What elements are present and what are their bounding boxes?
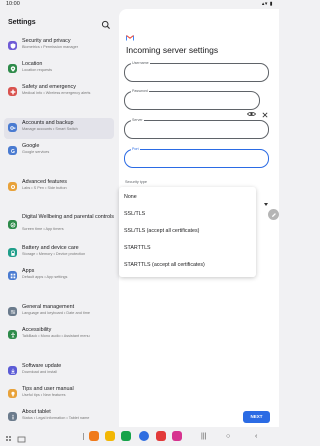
dropdown-option-none[interactable]: None bbox=[124, 194, 137, 200]
apps-grid-icon bbox=[8, 271, 17, 280]
sidebar-item-label: Battery and device care bbox=[22, 245, 79, 251]
username-field[interactable]: Username bbox=[124, 61, 269, 82]
multi-window-icon[interactable] bbox=[17, 431, 26, 443]
port-field-label: Port bbox=[131, 147, 140, 151]
location-pin-icon bbox=[8, 64, 17, 73]
gmail-icon bbox=[126, 28, 134, 41]
username-field-label: Username bbox=[131, 61, 150, 65]
home-button[interactable]: ○ bbox=[226, 432, 230, 441]
sidebar-item-subtitle: Storage • Memory • Device protection bbox=[22, 252, 86, 256]
sidebar-item-label: Location bbox=[22, 61, 43, 67]
dropdown-option-starttls-accept-all[interactable]: STARTTLS (accept all certificates) bbox=[124, 262, 205, 268]
sidebar-item-location[interactable]: Location Location requests bbox=[4, 59, 114, 80]
sidebar-item-apps[interactable]: Apps Default apps • App settings bbox=[4, 266, 114, 287]
sidebar-item-label: Safety and emergency bbox=[22, 84, 76, 90]
sidebar-item-advanced-features[interactable]: Advanced features Labs • S Pen • Side bu… bbox=[4, 177, 114, 198]
sidebar-item-subtitle: Location requests bbox=[22, 68, 52, 72]
next-button[interactable]: NEXT bbox=[243, 411, 270, 423]
settings-title: Settings bbox=[8, 19, 36, 26]
sidebar-item-general-management[interactable]: General management Language and keyboard… bbox=[4, 302, 114, 323]
sidebar-item-subtitle: Biometrics • Permission manager bbox=[22, 45, 78, 49]
star-gear-icon bbox=[8, 182, 17, 191]
sidebar-item-label: Apps bbox=[22, 268, 35, 274]
sidebar-item-battery-and-device-care[interactable]: Battery and device care Storage • Memory… bbox=[4, 243, 114, 264]
pink-app-icon[interactable] bbox=[172, 431, 182, 441]
sidebar-item-subtitle: Google services bbox=[22, 150, 50, 154]
incoming-server-panel: Incoming server settings Username Passwo… bbox=[119, 9, 279, 427]
emergency-icon bbox=[8, 87, 17, 96]
sidebar-item-subtitle: Language and keyboard • Date and time bbox=[22, 311, 91, 315]
page-title: Incoming server settings bbox=[126, 45, 219, 55]
yellow-app-icon[interactable] bbox=[105, 431, 115, 441]
password-field-label: Password bbox=[131, 89, 149, 93]
sidebar-item-label: Advanced features bbox=[22, 179, 67, 185]
sidebar-item-label: Software update bbox=[22, 363, 62, 369]
security-type-label: Security type bbox=[125, 180, 147, 184]
apps-drawer-icon[interactable] bbox=[5, 431, 14, 441]
status-bar: 10:00 ▴▾ ▮ bbox=[0, 0, 279, 8]
sidebar-item-subtitle: TalkBack • Mono audio • Assistant menu bbox=[22, 334, 90, 338]
sidebar-item-tips-and-user-manual[interactable]: Tips and user manual Useful tips • New f… bbox=[4, 384, 114, 405]
orange-app-icon[interactable] bbox=[89, 431, 99, 441]
green-app-icon[interactable] bbox=[121, 431, 131, 441]
sidebar-item-subtitle: Default apps • App settings bbox=[22, 275, 68, 279]
update-icon bbox=[8, 366, 17, 375]
accessibility-icon bbox=[8, 330, 17, 339]
taskbar-divider bbox=[83, 433, 84, 440]
sidebar-item-accessibility[interactable]: Accessibility TalkBack • Mono audio • As… bbox=[4, 325, 114, 346]
shield-icon bbox=[8, 41, 17, 50]
sidebar-item-digital-wellbeing[interactable]: Digital Wellbeing and parental controls … bbox=[4, 213, 114, 234]
sidebar-item-label: Security and privacy bbox=[22, 38, 71, 44]
sidebar-item-safety-and-emergency[interactable]: Safety and emergency Medical info • Wire… bbox=[4, 82, 114, 103]
lightbulb-icon bbox=[8, 389, 17, 398]
sidebar-item-subtitle: Useful tips • New features bbox=[22, 393, 66, 397]
sidebar-item-subtitle: Medical info • Wireless emergency alerts bbox=[22, 91, 91, 95]
password-field[interactable]: Password bbox=[124, 89, 260, 110]
dropdown-option-ssl-tls-accept-all[interactable]: SSL/TLS (accept all certificates) bbox=[124, 228, 199, 234]
sidebar-item-software-update[interactable]: Software update Download and install bbox=[4, 361, 114, 382]
system-status-icons: ▴▾ ▮ bbox=[261, 1, 273, 7]
sidebar-item-subtitle: Download and install bbox=[22, 370, 58, 374]
sidebar-item-subtitle: Labs • S Pen • Side button bbox=[22, 186, 67, 190]
sidebar-item-accounts-and-backup[interactable]: Accounts and backup Manage accounts • Sm… bbox=[4, 118, 114, 139]
sidebar-item-label: Accounts and backup bbox=[22, 120, 74, 126]
status-time: 10:00 bbox=[6, 1, 20, 7]
sidebar-item-label: General management bbox=[22, 304, 75, 310]
sidebar-item-label: About tablet bbox=[22, 409, 51, 415]
recents-button[interactable]: ||| bbox=[201, 432, 206, 441]
key-icon bbox=[8, 123, 17, 132]
eye-icon[interactable] bbox=[247, 104, 256, 117]
svg-text:G: G bbox=[11, 148, 15, 153]
server-field[interactable]: Server bbox=[124, 118, 269, 139]
security-type-dropdown: None SSL/TLS SSL/TLS (accept all certifi… bbox=[119, 187, 256, 277]
chevron-down-icon[interactable] bbox=[264, 193, 268, 206]
sidebar-item-subtitle: Status • Legal information • Tablet name bbox=[22, 416, 90, 420]
red-app-icon[interactable] bbox=[156, 431, 166, 441]
port-field[interactable]: Port bbox=[124, 147, 269, 168]
blue-app-icon[interactable] bbox=[139, 431, 149, 441]
google-icon: G bbox=[8, 146, 17, 155]
sidebar-item-label: Tips and user manual bbox=[22, 386, 74, 392]
sidebar-item-google[interactable]: G Google Google services bbox=[4, 141, 114, 162]
sidebar-item-subtitle: Screen time • App timers bbox=[22, 227, 64, 231]
dropdown-option-starttls[interactable]: STARTTLS bbox=[124, 245, 151, 251]
sidebar-item-label: Digital Wellbeing and parental controls bbox=[22, 214, 114, 220]
sidebar-item-subtitle: Manage accounts • Smart Switch bbox=[22, 127, 78, 131]
server-field-label: Server bbox=[131, 118, 144, 122]
edit-pencil-button[interactable] bbox=[268, 209, 279, 220]
sidebar-item-security-and-privacy[interactable]: Security and privacy Biometrics • Permis… bbox=[4, 36, 114, 57]
info-icon bbox=[8, 412, 17, 421]
back-button[interactable]: ‹ bbox=[255, 432, 257, 441]
sidebar-item-about-tablet[interactable]: About tablet Status • Legal information … bbox=[4, 407, 114, 428]
sidebar-item-label: Accessibility bbox=[22, 327, 52, 333]
sidebar-item-label: Google bbox=[22, 143, 40, 149]
dropdown-option-ssl-tls[interactable]: SSL/TLS bbox=[124, 211, 145, 217]
wellbeing-icon bbox=[8, 220, 17, 229]
sliders-icon bbox=[8, 307, 17, 316]
navigation-bar: ||| ○ ‹ bbox=[0, 428, 279, 446]
search-icon[interactable] bbox=[101, 17, 111, 29]
battery-icon bbox=[8, 248, 17, 257]
close-icon[interactable] bbox=[262, 105, 268, 118]
